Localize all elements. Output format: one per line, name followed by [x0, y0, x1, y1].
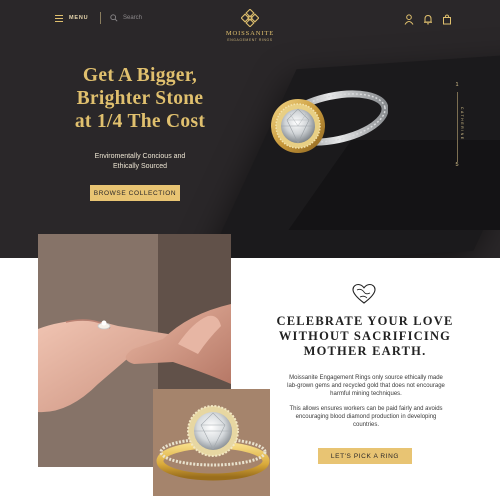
ring-product-card[interactable]: [153, 389, 270, 496]
hamburger-icon: [55, 14, 63, 22]
search-icon: [110, 14, 118, 22]
pager-slide-name: CATHERINE: [460, 107, 464, 141]
menu-label: MENU: [69, 15, 89, 21]
bell-icon[interactable]: [423, 12, 433, 25]
story-title-line2: WITHOUT SACRIFICING: [278, 329, 452, 343]
hero-section: MENU Search MOISSANITE ENGAGEMENT RINGS …: [0, 0, 500, 258]
brand-name: MOISSANITE: [225, 30, 275, 37]
hero-subline-line1: Enviromentally Concious and: [94, 153, 186, 160]
top-navigation: MENU Search MOISSANITE ENGAGEMENT RINGS: [0, 0, 500, 46]
story-title-line1: CELEBRATE YOUR LOVE: [276, 314, 454, 328]
story-paragraph-1: Moissanite Engagement Rings only source …: [287, 375, 445, 397]
hero-headline-line3: at 1/4 The Cost: [74, 111, 206, 132]
search-placeholder: Search: [123, 15, 143, 21]
menu-button[interactable]: MENU: [55, 12, 88, 24]
hero-ring-image: [271, 90, 388, 153]
hero-headline: Get A Bigger, Brighter Stone at 1/4 The …: [50, 64, 230, 133]
hero-subline-line2: Ethically Sourced: [112, 163, 168, 170]
pager-current[interactable]: 1: [452, 82, 462, 88]
shopping-bag-icon[interactable]: [442, 12, 452, 25]
hero-headline-line2: Brighter Stone: [76, 88, 204, 109]
nav-divider: [100, 12, 101, 24]
story-title-line3: MOTHER EARTH.: [303, 344, 427, 358]
story-paragraph-2: This allows ensures workers can be paid …: [289, 406, 443, 428]
hero-subline: Enviromentally Concious and Ethically So…: [70, 152, 210, 172]
pick-a-ring-button[interactable]: LET'S PICK A RING: [318, 448, 412, 464]
user-icon[interactable]: [404, 12, 414, 25]
pager-total[interactable]: 5: [452, 162, 462, 168]
account-icons: [404, 12, 452, 25]
brand-knot-icon: [241, 9, 259, 27]
story-title: CELEBRATE YOUR LOVE WITHOUT SACRIFICING …: [275, 314, 455, 359]
brand-logo[interactable]: MOISSANITE ENGAGEMENT RINGS: [218, 9, 282, 42]
hero-headline-line1: Get A Bigger,: [82, 65, 198, 86]
gold-ring-image: [156, 405, 270, 481]
heart-globe-icon: [352, 283, 376, 304]
slide-pager: 1 CATHERINE 5: [452, 82, 464, 170]
browse-collection-button[interactable]: BROWSE COLLECTION: [90, 185, 180, 201]
search-field[interactable]: Search: [110, 12, 142, 24]
brand-tagline: ENGAGEMENT RINGS: [227, 38, 273, 42]
